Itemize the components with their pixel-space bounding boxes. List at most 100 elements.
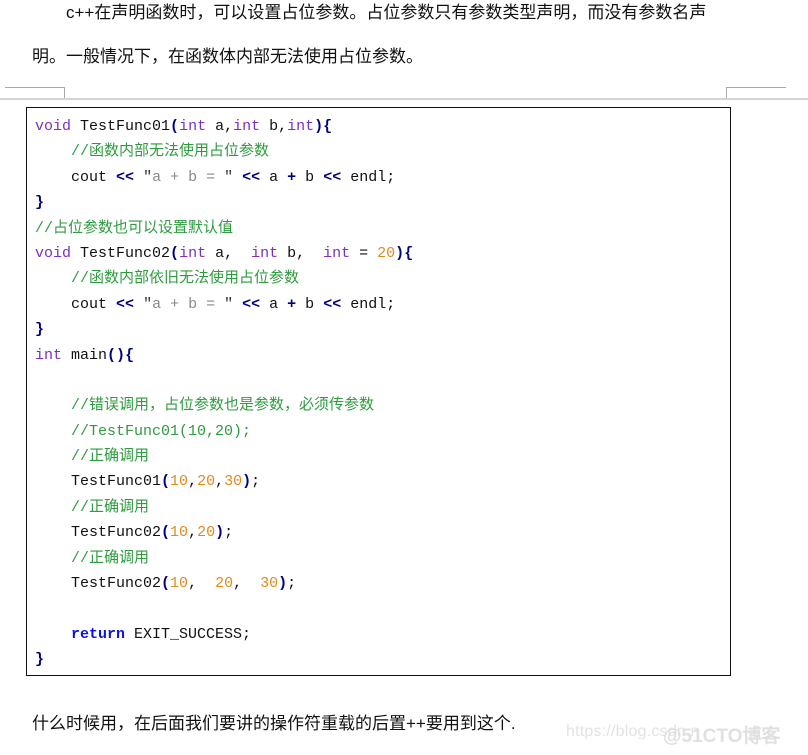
code-token-plain: , — [188, 575, 216, 593]
page-separator-rule — [0, 98, 808, 100]
code-token-op: << — [323, 168, 342, 186]
code-line: //占位参数也可以设置默认值 — [35, 216, 730, 241]
code-line: cout << "a + b = " << a + b << endl; — [35, 292, 730, 317]
code-token-cmt: //正确调用 — [71, 549, 150, 567]
code-token-punct: ( — [170, 244, 180, 262]
code-token-str: a + b = — [152, 168, 225, 186]
code-line: //函数内部无法使用占位参数 — [35, 139, 730, 164]
code-token-punct: ) — [242, 473, 252, 491]
code-line: //错误调用，占位参数也是参数，必须传参数 — [35, 393, 730, 418]
code-line: } — [35, 647, 730, 672]
code-token-fn: TestFunc01 — [80, 118, 171, 135]
code-line: TestFunc02(10, 20, 30); — [35, 571, 730, 596]
code-token-punct: { — [125, 346, 135, 364]
code-token-punct: ( — [161, 473, 171, 491]
code-token-cmt: //函数内部依旧无法使用占位参数 — [71, 270, 300, 288]
code-token-fn: TestFunc02 — [71, 524, 162, 542]
code-line: cout << "a + b = " << a + b << endl; — [35, 165, 730, 190]
code-token-strq: " — [224, 295, 234, 313]
code-token-plain: EXIT_SUCCESS; — [125, 625, 252, 643]
code-line: int main(){ — [35, 343, 730, 368]
code-token-kw: int — [233, 118, 261, 135]
code-token-kw: int — [179, 244, 207, 262]
code-token-cmt: //占位参数也可以设置默认值 — [35, 219, 234, 237]
code-token-op: << — [116, 295, 135, 313]
code-token-cmt: //TestFunc01(10,20); — [71, 422, 252, 440]
code-token-plain: ; — [251, 473, 261, 491]
code-token-punct: ) — [278, 575, 288, 593]
code-token-plain: cout — [71, 168, 117, 186]
code-line: TestFunc01(10,20,30); — [35, 469, 730, 494]
code-token-num: 30 — [260, 575, 279, 593]
code-line: //TestFunc01(10,20); — [35, 419, 730, 444]
code-line: return EXIT_SUCCESS; — [35, 622, 730, 647]
code-token-ret: return — [71, 625, 126, 643]
code-block-content: void TestFunc01(int a,int b,int){ //函数内部… — [27, 108, 730, 673]
code-token-cmt: //函数内部无法使用占位参数 — [71, 143, 270, 161]
code-token-num: 10 — [170, 575, 189, 593]
code-token-kw: int — [35, 346, 63, 364]
intro-paragraph-line-2: 明。一般情况下，在函数体内部无法使用占位参数。 — [32, 47, 423, 66]
code-token-plain: endl; — [341, 168, 396, 186]
code-token-punct: ( — [170, 118, 180, 135]
code-line: TestFunc02(10,20); — [35, 520, 730, 545]
code-token-num: 20 — [215, 575, 234, 593]
code-token-fn: TestFunc02 — [71, 575, 162, 593]
csdn-watermark: https://blog.csdn.n — [566, 723, 700, 740]
code-token-op: + — [287, 168, 297, 186]
code-token-plain: b — [296, 168, 324, 186]
code-token-punct: ( — [161, 575, 171, 593]
code-token-fn: TestFunc02 — [80, 244, 171, 262]
code-token-plain: b — [296, 295, 324, 313]
code-token-plain: b, — [278, 244, 324, 262]
code-token-plain: endl; — [341, 295, 396, 313]
intro-paragraph-line-1: c++在声明函数时，可以设置占位参数。占位参数只有参数类型声明，而没有参数名声 — [66, 3, 707, 22]
code-token-plain: a — [260, 168, 288, 186]
code-token-num: 20 — [197, 473, 216, 491]
code-token-strq: " — [143, 168, 153, 186]
code-token-punct: } — [35, 321, 45, 339]
code-token-punct: ( — [161, 524, 171, 542]
outro-paragraph: 什么时候用，在后面我们要讲的操作符重载的后置++要用到这个. — [32, 714, 516, 733]
code-line: } — [35, 317, 730, 342]
code-token-plain: a, — [206, 118, 234, 135]
code-token-kw: void — [35, 244, 72, 262]
code-line: void TestFunc02(int a, int b, int = 20){ — [35, 241, 730, 266]
code-token-plain: ; — [287, 575, 297, 593]
code-token-plain: , — [215, 473, 225, 491]
code-token-cmt: //错误调用，占位参数也是参数，必须传参数 — [71, 397, 375, 415]
code-block: void TestFunc01(int a,int b,int){ //函数内部… — [26, 107, 731, 676]
code-token-kw: int — [251, 244, 279, 262]
code-token-op: << — [242, 168, 261, 186]
code-line: //正确调用 — [35, 444, 730, 469]
code-token-num: 20 — [197, 524, 216, 542]
code-token-plain: a, — [206, 244, 252, 262]
code-token-plain: b, — [260, 118, 288, 135]
code-token-kw: int — [323, 244, 351, 262]
code-token-punct: } — [35, 194, 45, 212]
code-token-op: << — [116, 168, 135, 186]
code-line: void TestFunc01(int a,int b,int){ — [35, 114, 730, 139]
code-token-num: 30 — [224, 473, 243, 491]
code-token-punct: ) — [314, 118, 324, 135]
code-token-op: << — [323, 295, 342, 313]
51cto-watermark: @51CTO博客 — [663, 726, 781, 747]
code-token-kw: int — [179, 118, 207, 135]
